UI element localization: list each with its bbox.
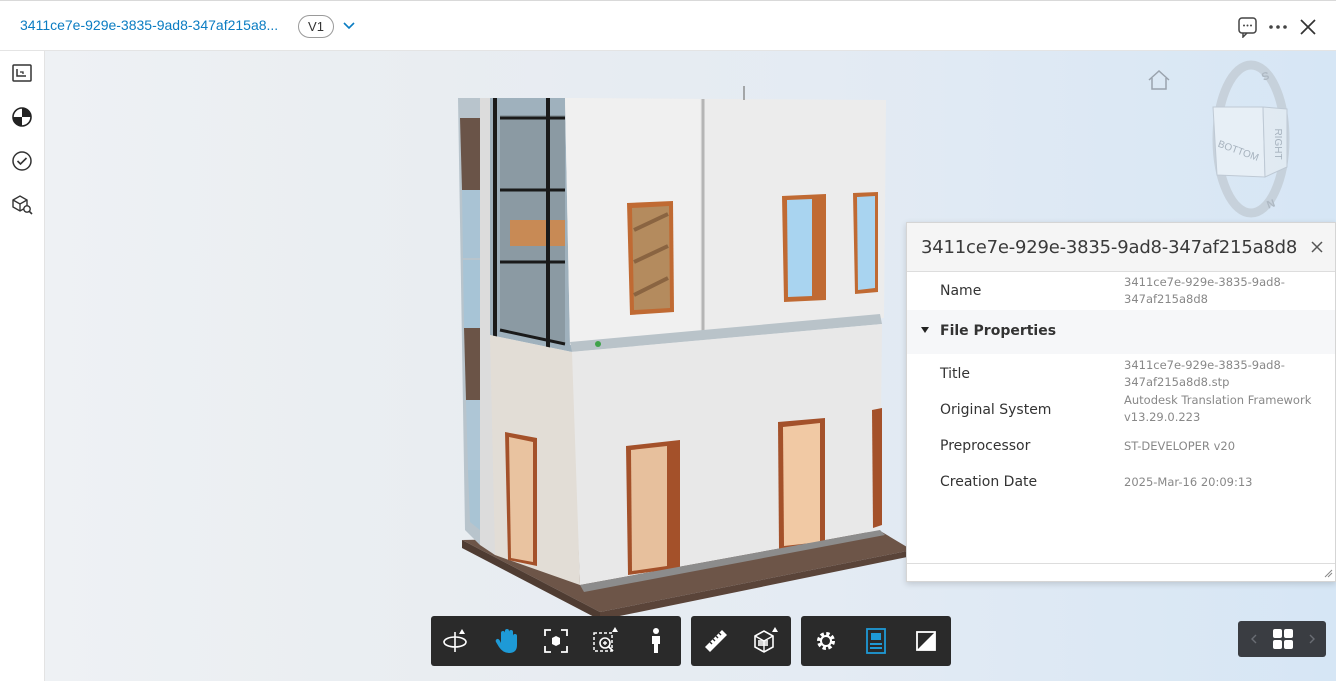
- properties-icon[interactable]: [860, 625, 892, 657]
- caret-down-icon[interactable]: [920, 325, 930, 335]
- comment-icon[interactable]: [1236, 15, 1260, 39]
- close-icon[interactable]: [1309, 239, 1325, 255]
- panel-title: 3411ce7e-929e-3835-9ad8-347af215a8d8: [921, 237, 1298, 258]
- panel-header[interactable]: 3411ce7e-929e-3835-9ad8-347af215a8d8: [907, 223, 1335, 272]
- analysis-toolbar: [691, 616, 791, 666]
- fullscreen-icon[interactable]: [910, 625, 942, 657]
- property-row: Original System Autodesk Translation Fra…: [907, 392, 1335, 428]
- left-toolbar: [0, 51, 45, 681]
- property-value: Autodesk Translation Framework v13.29.0.…: [1124, 393, 1312, 424]
- orbit-icon[interactable]: [440, 625, 472, 657]
- resize-grip-icon[interactable]: [1323, 568, 1333, 578]
- first-person-icon[interactable]: [640, 625, 672, 657]
- settings-icon[interactable]: [810, 625, 842, 657]
- property-value: 2025-Mar-16 20:09:13: [1124, 475, 1253, 489]
- settings-toolbar: [801, 616, 951, 666]
- section-label: File Properties: [940, 323, 1057, 339]
- section-file-properties[interactable]: File Properties: [907, 310, 1335, 354]
- property-row-name: Name 3411ce7e-929e-3835-9ad8-347af215a8d…: [907, 273, 1335, 311]
- fit-to-view-icon[interactable]: [540, 625, 572, 657]
- property-label: Preprocessor: [940, 438, 1031, 454]
- pan-icon[interactable]: [490, 625, 522, 657]
- header-bar: 3411ce7e-929e-3835-9ad8-347af215a8... V1: [0, 0, 1336, 51]
- issues-icon[interactable]: [10, 149, 34, 173]
- property-label: Original System: [940, 402, 1052, 418]
- sheets-views-icon[interactable]: [10, 61, 34, 85]
- model-grid-button[interactable]: [1238, 621, 1326, 657]
- property-value: 3411ce7e-929e-3835-9ad8-347af215a8d8: [1124, 275, 1285, 306]
- home-icon[interactable]: [1147, 69, 1171, 91]
- chevron-left-icon[interactable]: [1250, 634, 1258, 644]
- measure-icon[interactable]: [700, 625, 732, 657]
- properties-panel: 3411ce7e-929e-3835-9ad8-347af215a8d8 Nam…: [906, 222, 1336, 582]
- section-analysis-icon[interactable]: [750, 625, 782, 657]
- chevron-down-icon[interactable]: [342, 18, 356, 32]
- close-icon[interactable]: [1296, 15, 1320, 39]
- property-row: Preprocessor ST-DEVELOPER v20: [907, 428, 1335, 464]
- chevron-right-icon[interactable]: [1308, 634, 1316, 644]
- panel-footer-divider: [907, 563, 1335, 564]
- property-row: Creation Date 2025-Mar-16 20:09:13: [907, 464, 1335, 500]
- zoom-window-icon[interactable]: [590, 625, 622, 657]
- viewcube[interactable]: BOTTOM RIGHT S N: [1193, 59, 1303, 219]
- model-browser-icon[interactable]: [10, 105, 34, 129]
- grid-icon[interactable]: [1272, 629, 1294, 649]
- navigation-toolbar: [431, 616, 681, 666]
- more-icon[interactable]: [1266, 15, 1290, 39]
- viewcube-face-right[interactable]: RIGHT: [1272, 128, 1283, 159]
- file-title-link[interactable]: 3411ce7e-929e-3835-9ad8-347af215a8...: [20, 17, 278, 33]
- property-label: Creation Date: [940, 474, 1038, 490]
- version-badge[interactable]: V1: [298, 15, 334, 38]
- property-label: Name: [940, 283, 982, 299]
- property-value: 3411ce7e-929e-3835-9ad8-347af215a8d8.stp: [1124, 358, 1285, 389]
- search-model-icon[interactable]: [10, 193, 34, 217]
- property-label: Title: [940, 366, 971, 382]
- property-row: Title 3411ce7e-929e-3835-9ad8-347af215a8…: [907, 356, 1335, 392]
- property-value: ST-DEVELOPER v20: [1124, 439, 1236, 453]
